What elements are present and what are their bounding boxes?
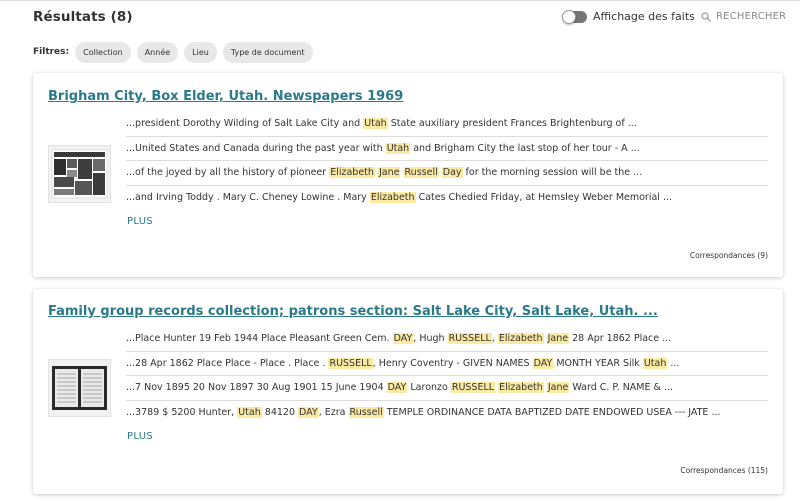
highlighted-term: RUSSELL bbox=[450, 382, 496, 393]
highlighted-term: DAY bbox=[298, 406, 319, 418]
highlighted-term: Jane bbox=[377, 167, 401, 178]
highlighted-term: Jane bbox=[546, 333, 570, 344]
record-thumbnail[interactable] bbox=[48, 359, 111, 417]
snippet-line: ...of the joyed by all the history of pi… bbox=[126, 161, 768, 186]
snippet-list: ...Place Hunter 19 Feb 1944 Place Pleasa… bbox=[126, 327, 768, 425]
highlighted-term: DAY bbox=[532, 357, 554, 369]
snippet-line: ...7 Nov 1895 20 Nov 1897 30 Aug 1901 15… bbox=[126, 376, 768, 401]
results-count-title: Résultats (8) bbox=[33, 9, 133, 25]
more-button[interactable]: PLUS bbox=[127, 431, 153, 442]
result-card: Brigham City, Box Elder, Utah. Newspaper… bbox=[33, 73, 783, 277]
search-icon bbox=[701, 11, 711, 22]
highlighted-term: DAY bbox=[392, 333, 414, 344]
snippet-line: ...United States and Canada during the p… bbox=[126, 137, 768, 161]
result-card: Family group records collection; patrons… bbox=[33, 289, 783, 494]
matches-count: Correspondances (9) bbox=[689, 251, 768, 260]
highlighted-term: Elizabeth bbox=[369, 191, 416, 203]
highlighted-term: Elizabeth bbox=[329, 167, 375, 178]
record-sheet-icon bbox=[52, 366, 107, 410]
filters-label: Filtres: bbox=[33, 47, 70, 57]
search-label: RECHERCHER bbox=[716, 11, 787, 22]
facts-display-toggle[interactable]: Affichage des faits bbox=[562, 9, 695, 24]
highlighted-term: Utah bbox=[237, 406, 262, 418]
highlighted-term: Russell bbox=[348, 406, 384, 418]
toggle-knob bbox=[562, 9, 576, 24]
highlighted-term: Utah bbox=[642, 357, 668, 369]
highlighted-term: Utah bbox=[385, 142, 411, 154]
matches-count: Correspondances (115) bbox=[680, 466, 768, 475]
filter-bar: Filtres: Collection Année Lieu Type de d… bbox=[33, 41, 319, 63]
snippet-line: ...and Irving Toddy . Mary C. Cheney Low… bbox=[126, 191, 673, 203]
search-button[interactable]: RECHERCHER bbox=[701, 11, 786, 22]
snippet-line: ...president Dorothy Wilding of Salt Lak… bbox=[126, 112, 768, 137]
highlighted-term: Russell bbox=[403, 167, 439, 178]
highlighted-term: Day bbox=[441, 167, 463, 178]
snippet-line: ...3789 $ 5200 Hunter, Utah 84120 DAY, E… bbox=[126, 406, 721, 418]
more-button[interactable]: PLUS bbox=[127, 216, 153, 227]
filter-chip-year[interactable]: Année bbox=[136, 41, 179, 63]
newspaper-thumbnail[interactable] bbox=[48, 145, 111, 203]
highlighted-term: Elizabeth bbox=[497, 333, 544, 344]
snippet-list: ...president Dorothy Wilding of Salt Lak… bbox=[126, 112, 768, 210]
highlighted-term: Elizabeth bbox=[498, 382, 544, 393]
highlighted-term: DAY bbox=[386, 382, 408, 393]
snippet-line: ...Place Hunter 19 Feb 1944 Place Pleasa… bbox=[126, 327, 768, 352]
result-title-link[interactable]: Family group records collection; patrons… bbox=[48, 304, 658, 319]
highlighted-term: Jane bbox=[546, 382, 570, 393]
highlighted-term: RUSSELL bbox=[447, 333, 492, 344]
top-divider bbox=[0, 0, 800, 1]
filter-chip-document-type[interactable]: Type de document bbox=[222, 41, 313, 63]
facts-toggle-label: Affichage des faits bbox=[593, 10, 695, 23]
filter-chip-place[interactable]: Lieu bbox=[184, 41, 217, 63]
toggle-switch[interactable] bbox=[562, 9, 587, 24]
filter-chip-collection[interactable]: Collection bbox=[75, 41, 131, 63]
newspaper-page-icon bbox=[51, 149, 108, 199]
highlighted-term: RUSSELL bbox=[328, 357, 373, 369]
result-title-link[interactable]: Brigham City, Box Elder, Utah. Newspaper… bbox=[48, 89, 403, 104]
snippet-line: ...28 Apr 1862 Place Place - Place . Pla… bbox=[126, 352, 768, 376]
highlighted-term: Utah bbox=[363, 118, 388, 129]
results-header: Résultats (8) Affichage des faits RECHER… bbox=[33, 9, 786, 29]
